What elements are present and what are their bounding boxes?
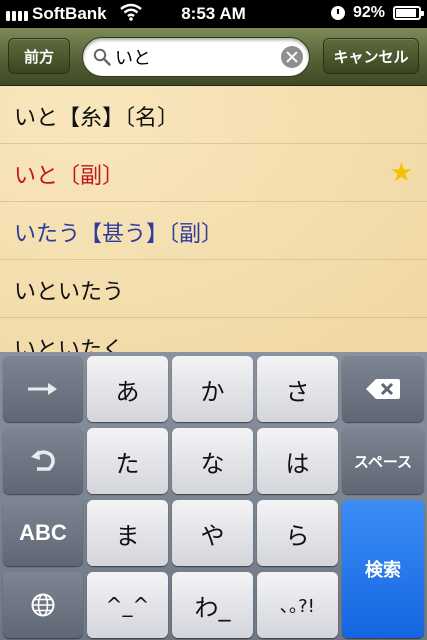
kana-key-ta[interactable]: た xyxy=(87,428,168,494)
kana-key-ha[interactable]: は xyxy=(257,428,338,494)
search-toolbar: 前方 キャンセル xyxy=(0,28,427,86)
result-text: いといたく xyxy=(14,338,125,352)
keyboard: ABC あ か さ た な は ま や ら ^_^ わ_ ､｡?! スペース 検… xyxy=(0,352,427,640)
search-key[interactable]: 検索 xyxy=(342,500,424,638)
list-item[interactable]: いたう【甚う】〔副〕 xyxy=(0,202,427,260)
kana-key-na[interactable]: な xyxy=(172,428,253,494)
status-bar: SoftBank 8:53 AM 92% xyxy=(0,0,427,28)
search-icon xyxy=(93,48,111,66)
result-text: いと〔副〕 xyxy=(14,164,125,189)
result-text: いといたう xyxy=(14,280,125,305)
battery-icon xyxy=(393,6,424,20)
result-text: いと【糸】〔名〕 xyxy=(14,106,180,131)
next-candidate-key[interactable] xyxy=(3,356,83,422)
undo-key[interactable] xyxy=(3,428,83,494)
kana-key-sa[interactable]: さ xyxy=(257,356,338,422)
clear-icon[interactable] xyxy=(281,46,303,68)
battery-percent: 92% xyxy=(352,4,385,21)
emoticon-key[interactable]: ^_^ xyxy=(87,572,168,638)
undo-icon xyxy=(31,450,55,471)
kana-key-a[interactable]: あ xyxy=(87,356,168,422)
kana-key-ra[interactable]: ら xyxy=(257,500,338,566)
list-item[interactable]: いと【糸】〔名〕 xyxy=(0,86,427,144)
kana-key-ma[interactable]: ま xyxy=(87,500,168,566)
list-item[interactable]: いと〔副〕 ★ xyxy=(0,144,427,202)
list-item[interactable]: いといたう xyxy=(0,260,427,318)
back-button[interactable]: 前方 xyxy=(8,38,70,74)
punctuation-key[interactable]: ､｡?! xyxy=(257,572,338,638)
kana-key-ya[interactable]: や xyxy=(172,500,253,566)
result-text: いたう【甚う】〔副〕 xyxy=(14,222,224,247)
kana-key-ka[interactable]: か xyxy=(172,356,253,422)
cancel-button[interactable]: キャンセル xyxy=(323,38,419,74)
kana-key-wa[interactable]: わ_ xyxy=(172,572,253,638)
list-item[interactable]: いといたく xyxy=(0,318,427,352)
space-key[interactable]: スペース xyxy=(342,428,424,494)
results-list: いと【糸】〔名〕 いと〔副〕 ★ いたう【甚う】〔副〕 いといたう いといたく xyxy=(0,86,427,352)
delete-icon xyxy=(366,379,400,399)
globe-icon xyxy=(31,593,55,617)
delete-key[interactable] xyxy=(342,356,424,422)
search-field[interactable] xyxy=(82,37,310,77)
search-input[interactable] xyxy=(115,38,275,76)
star-icon: ★ xyxy=(389,158,413,188)
abc-key[interactable]: ABC xyxy=(3,500,83,566)
globe-key[interactable] xyxy=(3,572,83,638)
alarm-clock-icon xyxy=(330,6,345,20)
arrow-right-icon xyxy=(28,383,57,395)
